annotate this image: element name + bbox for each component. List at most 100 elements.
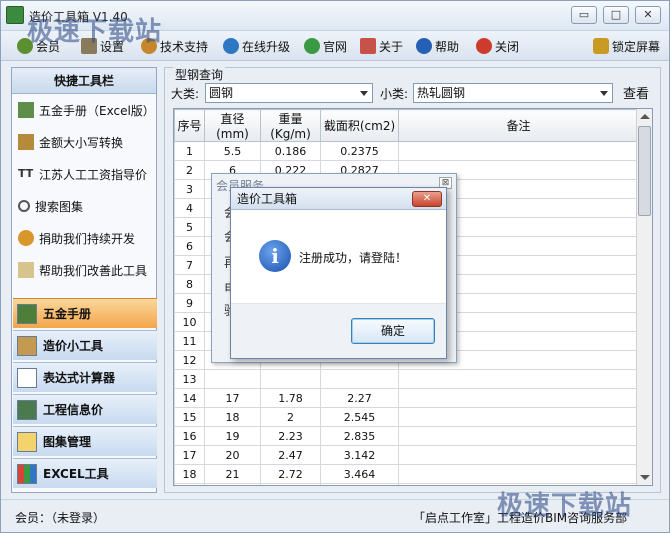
table-cell: 19 [204,426,261,446]
table-cell: 22 [204,483,261,485]
sidebar-item-labor-wage[interactable]: TT 江苏人工工资指导价 [12,158,156,190]
text-icon: TT [18,167,34,180]
table-cell: 2.23 [260,426,321,446]
category-engineering-price[interactable]: 工程信息价 [13,394,157,424]
table-cell: 14 [174,388,205,408]
column-header[interactable]: 截面积(cm2) [320,109,399,142]
info-icon: i [259,240,291,272]
online-upgrade-button[interactable]: 在线升级 [223,37,290,55]
price-info-icon [17,399,37,420]
excel-tools-icon [17,463,37,484]
table-cell: 17 [174,445,205,465]
table-cell [398,407,639,427]
table-row[interactable]: 16 19 2.23 2.835 [174,426,639,446]
lock-screen-button[interactable]: 锁定屏幕 [593,37,660,55]
table-cell: 21 [204,464,261,484]
sidebar-item-search-atlas[interactable]: 搜索图集 [12,190,156,222]
lock-icon [593,38,609,54]
quick-tools-panel: 快捷工具栏 五金手册（Excel版） 金额大小写转换 TT 江苏人工工资指导价 … [11,67,157,493]
major-category-value: 圆钢 [209,86,234,100]
category-cost-tools[interactable]: 造价小工具 [13,330,157,360]
table-cell [398,388,639,408]
sidebar-item-label: 搜索图集 [35,199,84,214]
table-cell: 0.2375 [320,141,399,161]
hardware-manual-icon [17,303,37,324]
minimize-button[interactable]: ▭ [571,6,597,24]
sidebar-item-amount-convert[interactable]: 金额大小写转换 [12,126,156,158]
scroll-up-icon[interactable] [640,114,650,119]
table-cell: 5 [174,217,205,237]
minor-category-select[interactable]: 热轧圆钢 [413,83,613,103]
website-label: 官网 [323,39,348,54]
table-cell: 17 [204,388,261,408]
table-cell: 2 [260,407,321,427]
ok-button[interactable]: 确定 [351,318,435,344]
calculator-icon [17,367,37,388]
minor-category-value: 热轧圆钢 [417,86,466,100]
help-button[interactable]: 帮助 [416,37,459,55]
table-icon [18,102,34,118]
column-header[interactable]: 备注 [398,109,639,142]
sidebar-item-hardware-excel[interactable]: 五金手册（Excel版） [12,94,156,126]
table-cell: 18 [204,407,261,427]
chevron-down-icon [600,91,608,96]
message-box: 造价工具箱 ✕ i 注册成功，请登陆！ 确定 [230,187,447,359]
view-button[interactable]: 查看 [623,83,649,102]
column-header[interactable]: 重量(Kg/m) [260,109,321,142]
table-cell: 2.27 [320,388,399,408]
table-row[interactable]: 17 20 2.47 3.142 [174,445,639,465]
table-cell: 2 [174,160,205,180]
sidebar-item-label: 江苏人工工资指导价 [39,167,148,182]
edit-icon [18,262,34,278]
close-window-button[interactable]: ✕ [635,6,661,24]
category-label: EXCEL工具 [43,467,109,481]
scroll-down-icon[interactable] [640,475,650,480]
table-row[interactable]: 13 [174,369,639,389]
close-app-label: 关闭 [495,39,520,54]
table-cell: 3.464 [320,464,399,484]
column-header[interactable]: 序号 [174,109,205,142]
table-cell: 3.142 [320,445,399,465]
table-cell: 2.835 [320,426,399,446]
sidebar-item-feedback[interactable]: 帮助我们改善此工具 [12,254,156,286]
table-cell [398,426,639,446]
ruler-icon [18,134,34,150]
close-app-button[interactable]: 关闭 [476,37,519,55]
table-cell: 15 [174,407,205,427]
table-cell: 3.801 [320,483,399,485]
message-text: 注册成功，请登陆！ [299,251,408,265]
table-cell: 9 [174,293,205,313]
category-atlas-management[interactable]: 图集管理 [13,426,157,456]
medal-icon [18,230,34,246]
table-cell: 8 [174,274,205,294]
message-box-body: i 注册成功，请登陆！ [231,211,446,303]
message-box-close-button[interactable]: ✕ [412,191,442,207]
column-header[interactable]: 直径(mm) [204,109,261,142]
table-cell: 1.78 [260,388,321,408]
table-cell: 20 [204,445,261,465]
category-hardware-manual[interactable]: 五金手册 [13,298,157,328]
table-row[interactable]: 14 17 1.78 2.27 [174,388,639,408]
table-cell [204,369,261,389]
maximize-button[interactable]: □ [603,6,629,24]
sidebar-item-donate[interactable]: 捐助我们持续开发 [12,222,156,254]
category-expression-calculator[interactable]: 表达式计算器 [13,362,157,392]
sidebar-item-label: 帮助我们改善此工具 [39,263,148,278]
table-row[interactable]: 1 5.5 0.186 0.2375 [174,141,639,161]
table-row[interactable]: 15 18 2 2.545 [174,407,639,427]
search-icon [18,200,30,212]
table-row[interactable]: 18 21 2.72 3.464 [174,464,639,484]
atlas-icon [17,431,37,452]
major-category-select[interactable]: 圆钢 [205,83,373,103]
cost-tools-icon [17,335,37,356]
app-icon [6,6,24,24]
about-button[interactable]: 关于 [360,37,403,55]
category-excel-tools[interactable]: EXCEL工具 [13,458,157,488]
table-cell [398,445,639,465]
vertical-scrollbar[interactable] [636,109,652,485]
website-button[interactable]: 官网 [304,37,347,55]
help-icon [416,38,432,54]
sidebar-item-label: 捐助我们持续开发 [39,231,136,246]
table-cell: 0.186 [260,141,321,161]
scroll-thumb[interactable] [638,126,651,216]
